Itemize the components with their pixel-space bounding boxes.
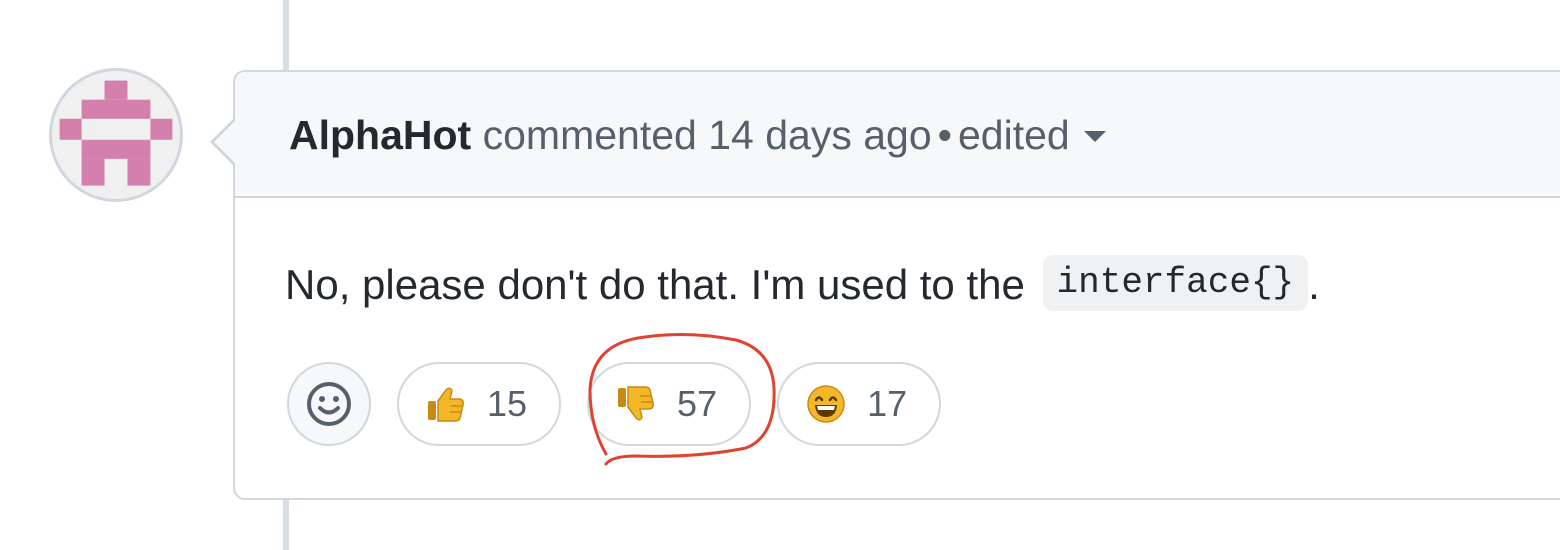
thumbs-down-icon <box>615 383 657 425</box>
thumbs-up-icon <box>425 383 467 425</box>
edited-label: edited <box>958 112 1070 158</box>
reaction-count: 15 <box>487 383 528 424</box>
reaction-count: 17 <box>867 383 908 424</box>
inline-code: interface{} <box>1042 255 1309 311</box>
issue-timeline: AlphaHot commented 14 days ago • edited No… <box>0 0 1560 550</box>
comment-pointer-fill <box>214 121 235 163</box>
reactions-bar: 15 57 17 <box>287 362 967 446</box>
author-link[interactable]: AlphaHot <box>289 112 471 158</box>
comment-body: No, please don't do that. I'm used to th… <box>285 255 1320 315</box>
edited-history-dropdown[interactable]: edited <box>958 112 1106 158</box>
smiley-icon <box>307 382 351 426</box>
comment-body-suffix: . <box>1308 261 1320 308</box>
comment-action: commented <box>482 112 697 158</box>
reaction-thumbs-down-button[interactable]: 57 <box>587 362 752 446</box>
comment-header-text: AlphaHot commented 14 days ago • edited <box>289 110 1106 160</box>
reaction-thumbs-up-button[interactable]: 15 <box>397 362 562 446</box>
comment-body-text: No, please don't do that. I'm used to th… <box>285 261 1025 308</box>
comment-timestamp[interactable]: 14 days ago <box>708 112 931 158</box>
chevron-down-icon <box>1083 130 1106 142</box>
grinning-face-icon <box>805 383 847 425</box>
comment-header: AlphaHot commented 14 days ago • edited <box>235 72 1560 198</box>
comment-box: AlphaHot commented 14 days ago • edited No… <box>233 70 1560 500</box>
add-reaction-button[interactable] <box>287 362 371 446</box>
reaction-count: 57 <box>677 383 718 424</box>
avatar[interactable] <box>49 68 183 202</box>
reaction-laugh-button[interactable]: 17 <box>777 362 942 446</box>
identicon-icon <box>59 80 173 186</box>
header-separator: • <box>937 112 952 158</box>
